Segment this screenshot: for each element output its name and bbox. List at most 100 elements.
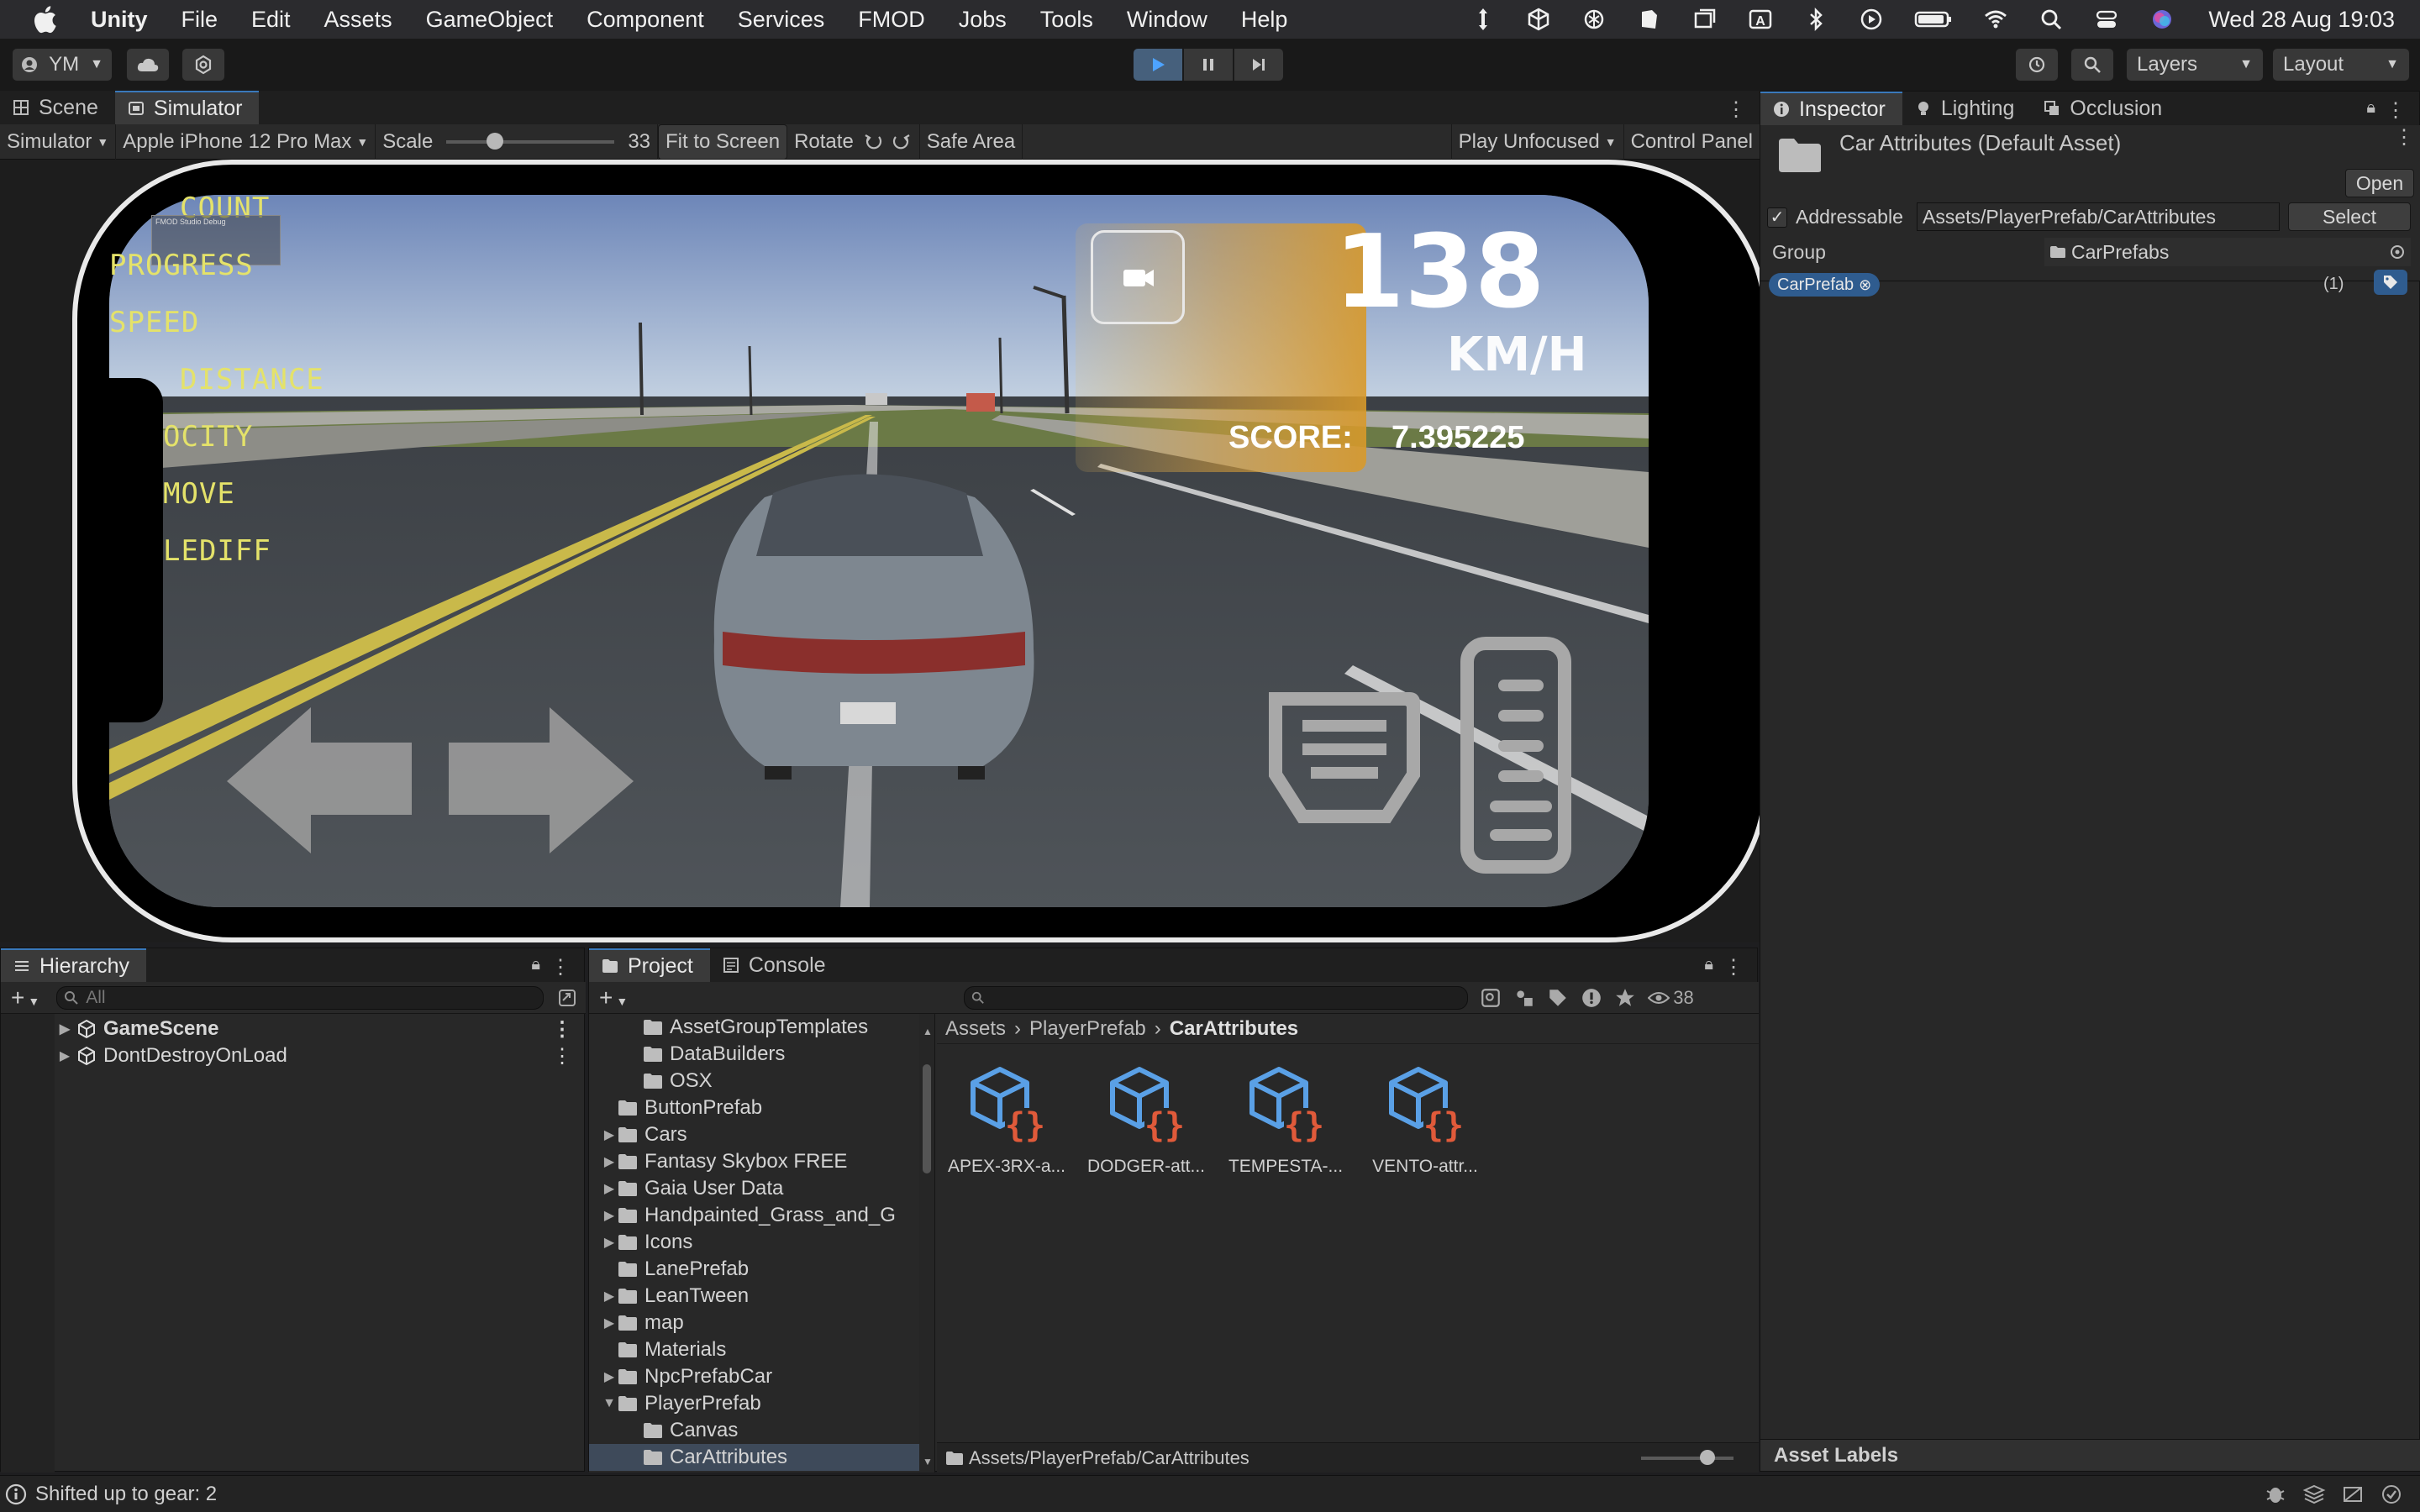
menu-tools[interactable]: Tools: [1040, 7, 1093, 33]
tree-item[interactable]: ▶ Fantasy Skybox FREE: [589, 1148, 934, 1175]
tree-item[interactable]: DataBuilders: [589, 1041, 934, 1068]
wifi-icon[interactable]: [1983, 7, 2008, 32]
breadcrumb-assets[interactable]: Assets: [945, 1017, 1006, 1041]
menu-jobs[interactable]: Jobs: [959, 7, 1007, 33]
debug-bug-icon[interactable]: [2264, 1483, 2287, 1506]
tab-lighting[interactable]: Lighting: [1902, 92, 2032, 125]
tree-scrollbar[interactable]: ▲ ▼: [919, 1014, 934, 1473]
layout-dropdown[interactable]: Layout ▼: [2272, 48, 2410, 81]
notes-app-icon[interactable]: [1637, 7, 1662, 32]
filter-by-label-icon[interactable]: [1547, 987, 1569, 1009]
hierarchy-item-dontdestroyonload[interactable]: ▶ DontDestroyOnLoad ⋮: [1, 1042, 584, 1069]
steer-left-right-buttons[interactable]: [224, 704, 639, 855]
safe-area-toggle[interactable]: Safe Area: [920, 123, 1023, 160]
tree-item[interactable]: ▶ NpcPrefabCar: [589, 1363, 934, 1390]
favorite-star-icon[interactable]: [1614, 987, 1636, 1009]
spotlight-search-icon[interactable]: [2039, 7, 2064, 32]
mode-dropdown[interactable]: Simulator ▼: [0, 123, 117, 160]
expand-arrow-icon[interactable]: ▶: [601, 1234, 618, 1251]
breadcrumb-carattributes[interactable]: CarAttributes: [1170, 1017, 1298, 1041]
project-search-input[interactable]: [964, 985, 1469, 1010]
tab-occlusion[interactable]: Occlusion: [2031, 92, 2179, 125]
expand-arrow-icon[interactable]: ▶: [601, 1153, 618, 1170]
label-chip-carprefab[interactable]: CarPrefab ⊗: [1769, 273, 1881, 297]
tree-item[interactable]: AssetGroupTemplates: [589, 1014, 934, 1041]
rotate-right-icon[interactable]: [889, 130, 913, 154]
scroll-down-icon[interactable]: ▼: [923, 1456, 933, 1467]
gas-pedal-button[interactable]: [1462, 638, 1580, 874]
scale-slider-knob[interactable]: [487, 132, 504, 150]
address-field[interactable]: Assets/PlayerPrefab/CarAttributes: [1917, 202, 2280, 231]
panel-menu-icon[interactable]: ⋮: [1723, 955, 1744, 979]
remove-label-icon[interactable]: ⊗: [1859, 276, 1871, 294]
expand-arrow-icon[interactable]: ▶: [601, 1126, 618, 1143]
tree-item[interactable]: CarAttributes: [589, 1444, 934, 1471]
menu-window[interactable]: Window: [1127, 7, 1207, 33]
menu-services[interactable]: Services: [738, 7, 825, 33]
expand-arrow-icon[interactable]: ▶: [601, 1315, 618, 1331]
layers-dropdown[interactable]: Layers ▼: [2126, 48, 2264, 81]
stack-layers-icon[interactable]: [2302, 1483, 2326, 1506]
tab-project[interactable]: Project: [589, 948, 710, 982]
menu-app-unity[interactable]: Unity: [91, 7, 148, 33]
bluetooth-icon[interactable]: [1803, 7, 1828, 32]
tab-console[interactable]: Console: [710, 948, 843, 982]
scale-slider[interactable]: [446, 132, 615, 150]
rotate-left-icon[interactable]: [862, 130, 886, 154]
collab-button[interactable]: [182, 48, 225, 81]
play-button[interactable]: [1133, 48, 1183, 81]
menu-help[interactable]: Help: [1241, 7, 1288, 33]
icon-size-slider[interactable]: [1641, 1449, 1733, 1465]
lock-icon[interactable]: 🔒︎: [1704, 955, 1713, 974]
menu-assets[interactable]: Assets: [324, 7, 392, 33]
cache-server-icon[interactable]: [2341, 1483, 2365, 1506]
tree-item[interactable]: ▶ LeanTween: [589, 1283, 934, 1310]
item-menu-icon[interactable]: ⋮: [552, 1017, 572, 1042]
expand-arrow-icon[interactable]: ▶: [601, 1368, 618, 1385]
cloud-services-button[interactable]: [126, 48, 170, 81]
tab-inspector[interactable]: Inspector: [1760, 92, 1902, 125]
tree-item[interactable]: ▶ map: [589, 1310, 934, 1336]
hierarchy-search-input[interactable]: All: [56, 985, 544, 1010]
asset-tile[interactable]: {} VENTO-attr...: [1355, 1064, 1495, 1177]
panel-menu-icon[interactable]: ⋮: [550, 955, 571, 979]
account-dropdown[interactable]: YM ▼: [12, 48, 113, 81]
asset-labels-bar[interactable]: Asset Labels: [1760, 1439, 2420, 1471]
search-in-scene-icon[interactable]: [1480, 987, 1502, 1009]
pause-button[interactable]: [1183, 48, 1234, 81]
hierarchy-item-gamescene[interactable]: ▶ GameScene ⋮: [1, 1016, 584, 1042]
battery-icon[interactable]: [1914, 7, 1953, 32]
tree-item[interactable]: LanePrefab: [589, 1256, 934, 1283]
breadcrumb-playerprefab[interactable]: PlayerPrefab: [1029, 1017, 1146, 1041]
siri-icon[interactable]: [2149, 7, 2175, 32]
add-dropdown-button[interactable]: + ▼: [11, 984, 39, 1011]
menu-component[interactable]: Component: [587, 7, 704, 33]
inspector-header-menu-icon[interactable]: ⋮: [2394, 125, 2414, 150]
scroll-up-icon[interactable]: ▲: [923, 1026, 933, 1037]
menu-file[interactable]: File: [182, 7, 218, 33]
scale-value[interactable]: 33: [628, 130, 650, 154]
select-button[interactable]: Select: [2288, 202, 2411, 231]
asset-tile[interactable]: {} DODGER-att...: [1076, 1064, 1216, 1177]
object-picker-icon[interactable]: [2389, 244, 2406, 260]
clock[interactable]: Wed 28 Aug 19:03: [2208, 7, 2395, 33]
addressable-checkbox[interactable]: ✓: [1767, 207, 1787, 228]
expand-arrow-icon[interactable]: ▶: [601, 1288, 618, 1305]
asset-tile[interactable]: {} APEX-3RX-a...: [937, 1064, 1076, 1177]
menu-fmod[interactable]: FMOD: [858, 7, 924, 33]
lock-icon[interactable]: 🔒︎: [2366, 98, 2375, 118]
panel-menu-icon[interactable]: ⋮: [1726, 97, 1746, 122]
now-playing-icon[interactable]: [1859, 7, 1884, 32]
lock-icon[interactable]: 🔒︎: [531, 955, 540, 974]
tree-item[interactable]: Materials: [589, 1336, 934, 1363]
auto-refresh-check-icon[interactable]: [2380, 1483, 2403, 1506]
tab-scene[interactable]: Scene: [0, 91, 115, 124]
asset-tile[interactable]: {} TEMPESTA-...: [1216, 1064, 1355, 1177]
resize-arrows-icon[interactable]: [1470, 7, 1496, 32]
control-center-icon[interactable]: [2094, 7, 2119, 32]
device-dropdown[interactable]: Apple iPhone 12 Pro Max ▼: [116, 123, 376, 160]
chatgpt-icon[interactable]: [1581, 7, 1607, 32]
window-switcher-icon[interactable]: [1692, 7, 1718, 32]
tree-item[interactable]: Canvas: [589, 1417, 934, 1444]
tree-scrollbar-thumb[interactable]: [923, 1064, 931, 1173]
